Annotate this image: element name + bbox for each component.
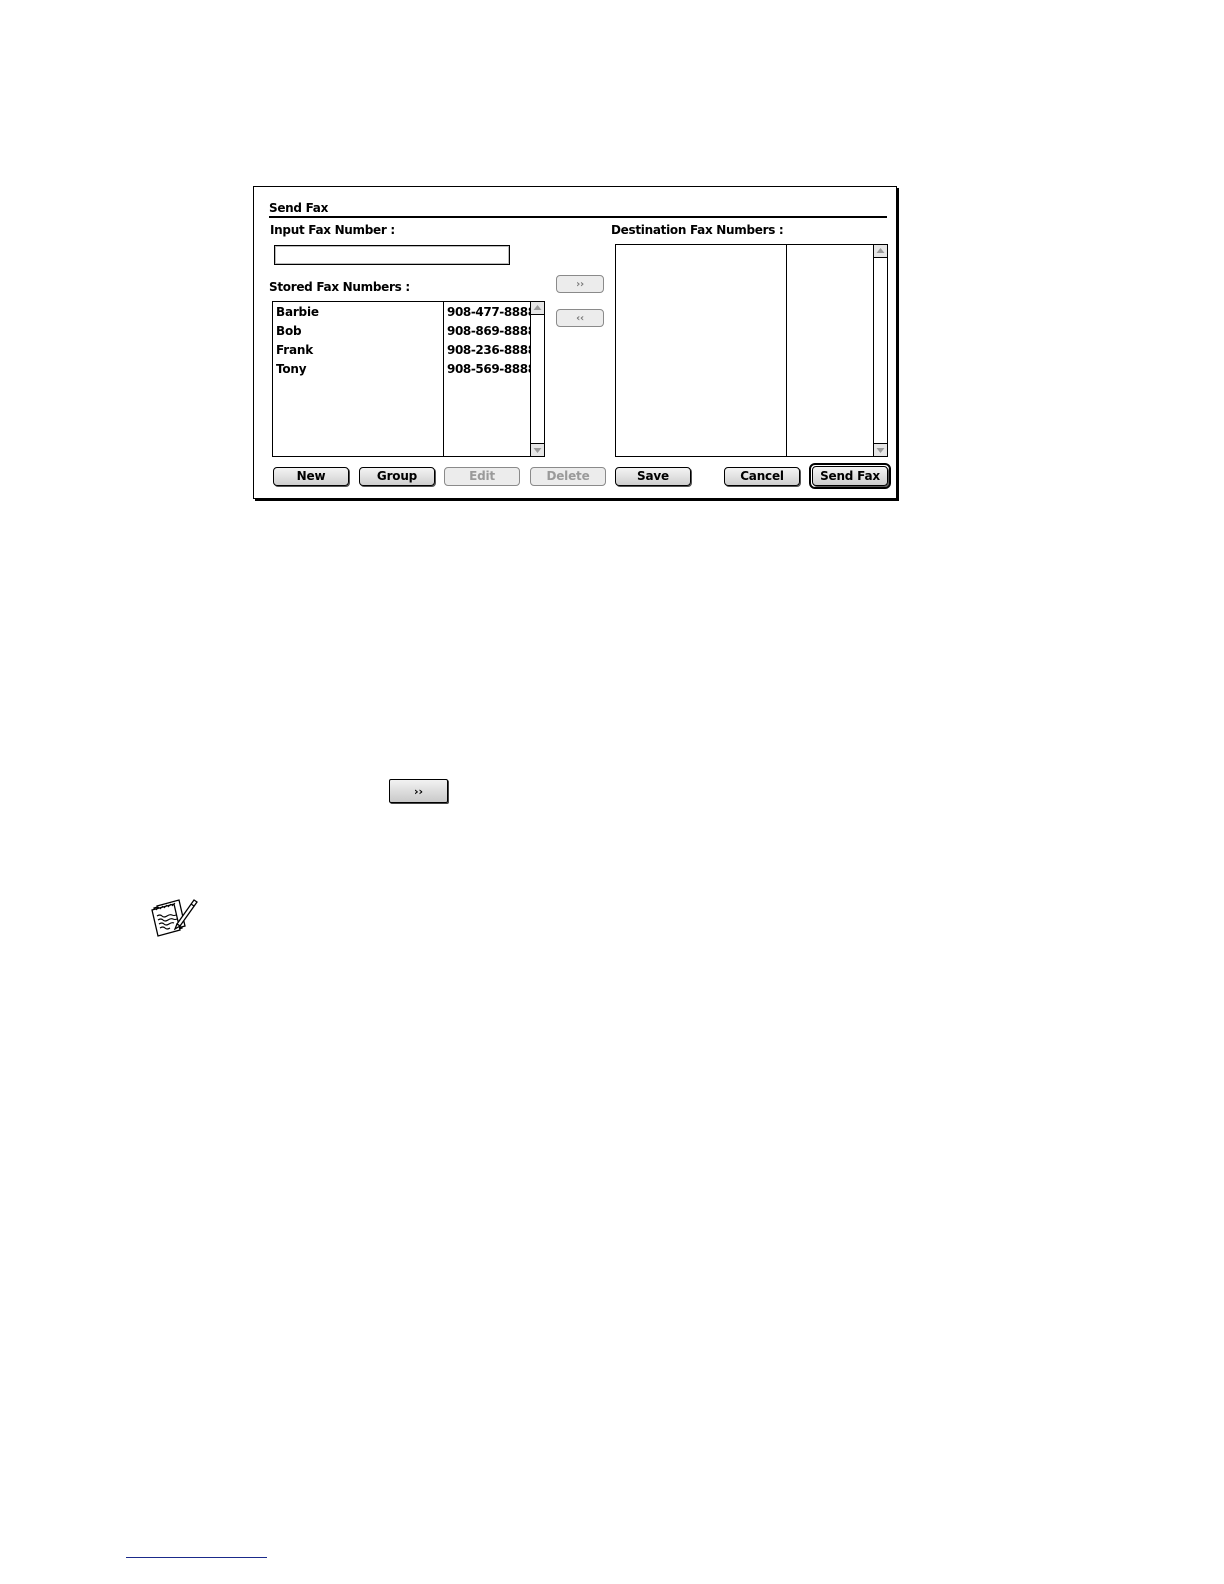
contact-name: Barbie bbox=[276, 305, 319, 319]
delete-button[interactable]: Delete bbox=[530, 467, 606, 486]
send-fax-button[interactable]: Send Fax bbox=[812, 466, 888, 486]
save-button[interactable]: Save bbox=[615, 467, 691, 486]
scroll-down-arrow-icon[interactable] bbox=[874, 443, 887, 456]
send-fax-dialog: Send Fax Input Fax Number : Stored Fax N… bbox=[253, 186, 897, 499]
list-column-divider bbox=[786, 245, 787, 456]
inline-add-button-image: ›› bbox=[389, 779, 448, 803]
footer-link-underline bbox=[126, 1557, 267, 1558]
title-divider bbox=[269, 216, 887, 218]
contact-name: Tony bbox=[276, 362, 307, 376]
list-item[interactable]: Tony 908-569-8888 bbox=[273, 360, 536, 379]
contact-name: Bob bbox=[276, 324, 302, 338]
contact-name: Frank bbox=[276, 343, 313, 357]
contact-fax-number: 908-869-8888 bbox=[447, 324, 536, 338]
group-button[interactable]: Group bbox=[359, 467, 435, 486]
scroll-down-arrow-icon[interactable] bbox=[531, 443, 544, 456]
dialog-title: Send Fax bbox=[269, 201, 329, 215]
scroll-up-arrow-icon[interactable] bbox=[874, 245, 887, 258]
stored-fax-numbers-list[interactable]: Barbie 908-477-8888 Bob 908-869-8888 Frank 90… bbox=[272, 301, 545, 457]
contact-fax-number: 908-236-8888 bbox=[447, 343, 536, 357]
stored-list-scrollbar[interactable] bbox=[530, 302, 544, 456]
stored-fax-numbers-label: Stored Fax Numbers : bbox=[269, 280, 410, 294]
list-item[interactable]: Bob 908-869-8888 bbox=[273, 322, 536, 341]
input-fax-number-label: Input Fax Number : bbox=[270, 223, 395, 237]
remove-from-destination-button[interactable]: ‹‹ bbox=[556, 309, 604, 327]
destination-fax-numbers-list[interactable] bbox=[615, 244, 888, 457]
destination-fax-numbers-label: Destination Fax Numbers : bbox=[611, 223, 784, 237]
scroll-up-arrow-icon[interactable] bbox=[531, 302, 544, 315]
edit-button[interactable]: Edit bbox=[444, 467, 520, 486]
contact-fax-number: 908-477-8888 bbox=[447, 305, 536, 319]
contact-fax-number: 908-569-8888 bbox=[447, 362, 536, 376]
destination-list-scrollbar[interactable] bbox=[873, 245, 887, 456]
new-button[interactable]: New bbox=[273, 467, 349, 486]
notepad-pencil-icon bbox=[150, 894, 200, 946]
cancel-button[interactable]: Cancel bbox=[724, 467, 800, 486]
list-item[interactable]: Barbie 908-477-8888 bbox=[273, 303, 536, 322]
add-to-destination-button[interactable]: ›› bbox=[556, 275, 604, 293]
input-fax-number-field[interactable] bbox=[274, 245, 510, 265]
list-item[interactable]: Frank 908-236-8888 bbox=[273, 341, 536, 360]
